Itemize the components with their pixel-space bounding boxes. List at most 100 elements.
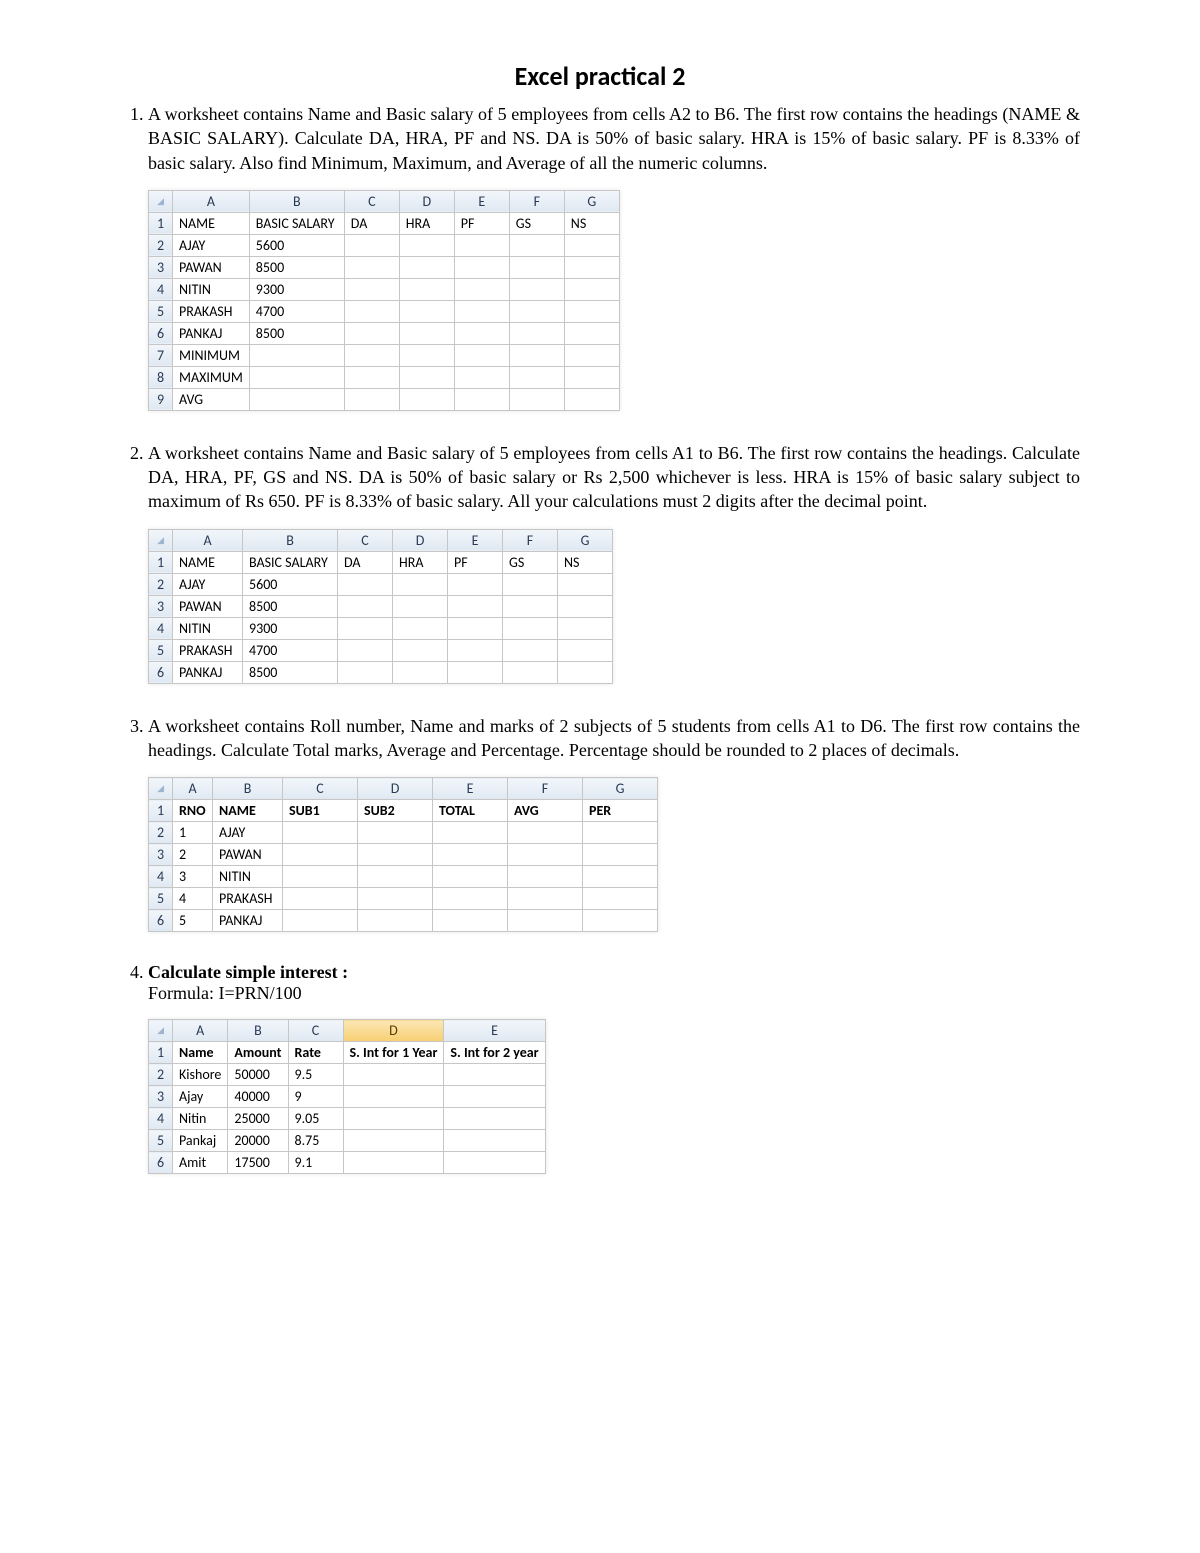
cell[interactable] [564,300,619,322]
cell[interactable]: NITIN [213,866,283,888]
col-G[interactable]: G [583,778,658,800]
cell[interactable]: PANKAJ [173,322,250,344]
cell[interactable] [509,256,564,278]
row-hdr[interactable]: 2 [149,234,173,256]
cell[interactable]: AVG [173,388,250,410]
cell[interactable]: 9.1 [288,1152,343,1174]
cell[interactable]: NAME [173,551,243,573]
cell[interactable] [393,617,448,639]
cell[interactable] [454,256,509,278]
cell[interactable] [583,844,658,866]
cell[interactable]: PF [454,212,509,234]
cell[interactable]: 4700 [249,300,344,322]
cell[interactable] [448,595,503,617]
cell[interactable]: 4 [173,888,213,910]
col-E[interactable]: E [454,190,509,212]
cell[interactable] [564,322,619,344]
cell[interactable]: PRAKASH [173,639,243,661]
cell[interactable] [344,322,399,344]
cell[interactable] [343,1152,444,1174]
row-hdr[interactable]: 5 [149,888,173,910]
cell[interactable] [343,1086,444,1108]
cell[interactable] [249,344,344,366]
cell[interactable] [503,573,558,595]
cell[interactable] [583,888,658,910]
cell[interactable] [503,595,558,617]
cell[interactable] [343,1130,444,1152]
cell[interactable] [283,910,358,932]
cell[interactable]: DA [338,551,393,573]
cell[interactable]: BASIC SALARY [243,551,338,573]
row-hdr[interactable]: 5 [149,300,173,322]
cell[interactable] [283,844,358,866]
cell[interactable] [564,234,619,256]
cell[interactable]: 9.05 [288,1108,343,1130]
col-F[interactable]: F [503,529,558,551]
cell[interactable]: 5600 [249,234,344,256]
cell[interactable]: 40000 [228,1086,288,1108]
cell[interactable]: AJAY [173,573,243,595]
cell[interactable]: MINIMUM [173,344,250,366]
cell[interactable]: PRAKASH [173,300,250,322]
cell[interactable]: PAWAN [173,256,250,278]
cell[interactable]: TOTAL [433,800,508,822]
col-D[interactable]: D [393,529,448,551]
cell[interactable]: NAME [173,212,250,234]
cell[interactable] [509,366,564,388]
row-hdr[interactable]: 6 [149,661,173,683]
col-A[interactable]: A [173,1020,228,1042]
col-C[interactable]: C [283,778,358,800]
row-hdr[interactable]: 5 [149,639,173,661]
cell[interactable] [509,278,564,300]
cell[interactable] [344,388,399,410]
col-D[interactable]: D [343,1020,444,1042]
cell[interactable] [508,844,583,866]
cell[interactable] [509,344,564,366]
col-B[interactable]: B [228,1020,288,1042]
cell[interactable]: 8500 [243,595,338,617]
cell[interactable] [249,366,344,388]
cell[interactable] [249,388,344,410]
cell[interactable] [444,1152,545,1174]
cell[interactable]: SUB2 [358,800,433,822]
cell[interactable] [358,888,433,910]
col-E[interactable]: E [433,778,508,800]
cell[interactable] [344,234,399,256]
cell[interactable] [509,300,564,322]
cell[interactable]: Kishore [173,1064,228,1086]
cell[interactable] [393,661,448,683]
row-hdr[interactable]: 7 [149,344,173,366]
row-hdr[interactable]: 5 [149,1130,173,1152]
cell[interactable] [399,388,454,410]
cell[interactable]: PANKAJ [173,661,243,683]
cell[interactable]: Pankaj [173,1130,228,1152]
cell[interactable]: 50000 [228,1064,288,1086]
row-hdr[interactable]: 1 [149,212,173,234]
cell[interactable] [509,322,564,344]
cell[interactable] [393,639,448,661]
cell[interactable]: 9.5 [288,1064,343,1086]
cell[interactable] [433,822,508,844]
cell[interactable]: Amount [228,1042,288,1064]
col-C[interactable]: C [344,190,399,212]
cell[interactable] [448,661,503,683]
row-hdr[interactable]: 4 [149,617,173,639]
cell[interactable] [583,866,658,888]
cell[interactable]: GS [503,551,558,573]
cell[interactable]: PRAKASH [213,888,283,910]
cell[interactable]: S. Int for 1 Year [343,1042,444,1064]
cell[interactable]: Amit [173,1152,228,1174]
select-all-corner[interactable] [149,1020,173,1042]
cell[interactable]: 17500 [228,1152,288,1174]
select-all-corner[interactable] [149,190,173,212]
cell[interactable] [444,1086,545,1108]
cell[interactable] [344,344,399,366]
cell[interactable]: HRA [393,551,448,573]
cell[interactable]: PANKAJ [213,910,283,932]
cell[interactable] [283,866,358,888]
col-F[interactable]: F [509,190,564,212]
cell[interactable] [344,256,399,278]
cell[interactable] [508,822,583,844]
select-all-corner[interactable] [149,778,173,800]
cell[interactable] [344,366,399,388]
